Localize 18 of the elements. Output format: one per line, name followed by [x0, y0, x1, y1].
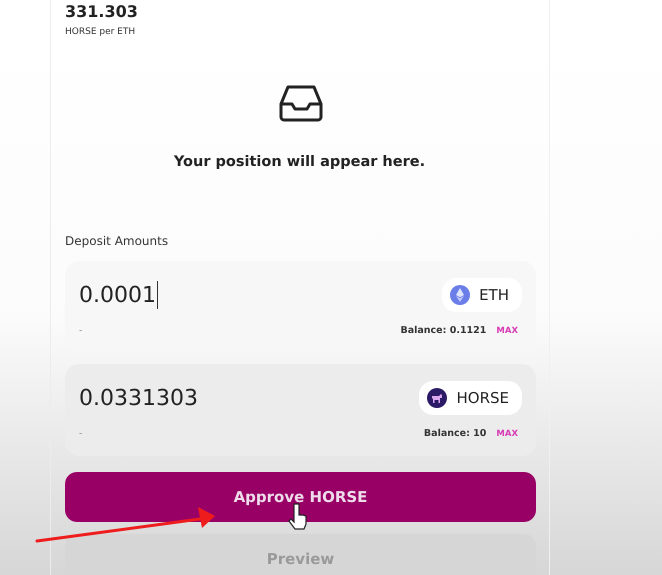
- horse-icon: [427, 388, 448, 408]
- price-value: 331.303: [65, 2, 139, 22]
- empty-state-text: Your position will appear here.: [174, 154, 426, 170]
- token-selector[interactable]: ETH: [442, 278, 522, 312]
- fiat-value: -: [79, 326, 82, 336]
- balance-text: Balance: 10: [424, 428, 486, 439]
- amount-field[interactable]: 0.0331303 HORSE - Balance: 10 MAX: [65, 364, 536, 456]
- fiat-value: -: [79, 428, 82, 438]
- price-label: HORSE per ETH: [65, 27, 136, 37]
- amount-value: 0.0001: [79, 275, 158, 315]
- ethereum-icon: [450, 285, 470, 305]
- balance-text: Balance: 0.1121: [400, 325, 486, 336]
- section-title: Deposit Amounts: [65, 234, 170, 248]
- amount-value: 0.0331303: [79, 384, 198, 412]
- token-selector[interactable]: HORSE: [419, 381, 522, 415]
- max-button[interactable]: MAX: [486, 326, 518, 336]
- inbox-icon: [278, 84, 322, 122]
- approve-button[interactable]: Approve HORSE: [65, 472, 536, 522]
